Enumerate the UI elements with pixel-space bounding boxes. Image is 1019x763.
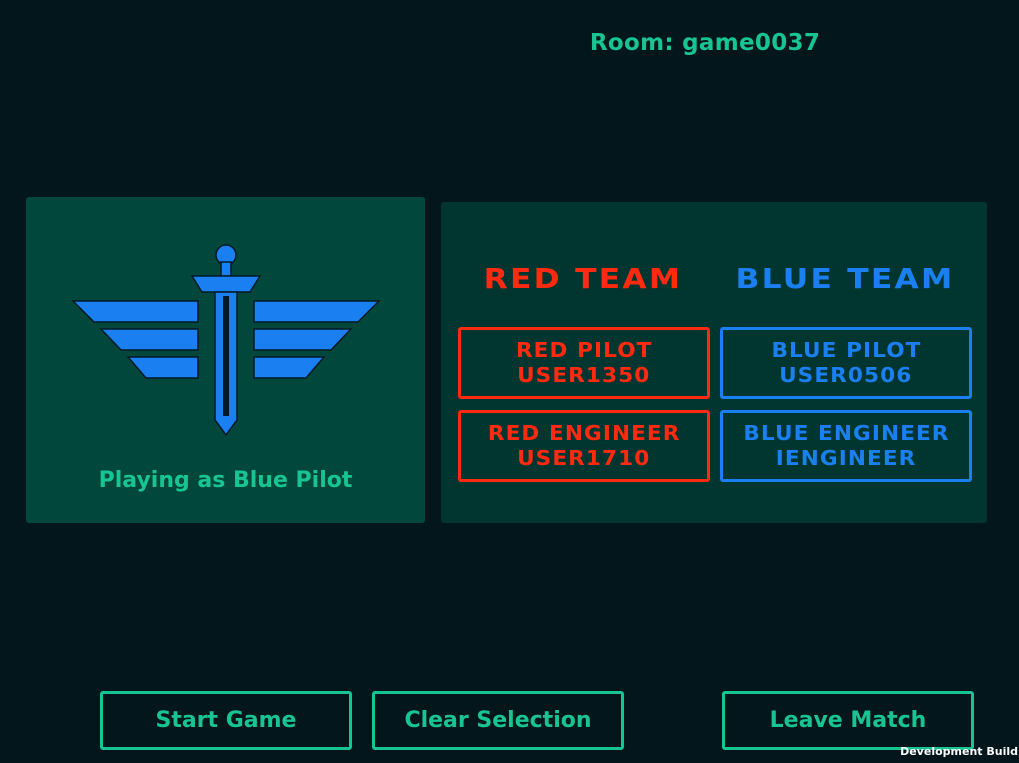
slot-role: RED PILOT	[515, 338, 653, 362]
red-team-header: RED TEAM	[483, 262, 683, 295]
room-label: Room:	[589, 30, 674, 56]
slot-user: IENGINEER	[775, 446, 917, 470]
winged-sword-icon	[71, 244, 381, 437]
red-pilot-slot[interactable]: RED PILOT USER1350	[458, 327, 710, 399]
red-engineer-slot[interactable]: RED ENGINEER USER1710	[458, 410, 710, 482]
slot-role: RED ENGINEER	[487, 421, 681, 445]
room-name: game0037	[682, 30, 821, 56]
lobby-screen: Room: game0037 Playing as Blue Pilot RED…	[0, 0, 1019, 763]
slot-user: USER1710	[517, 446, 651, 470]
blue-team-header: BLUE TEAM	[735, 262, 955, 295]
start-game-button[interactable]: Start Game	[100, 691, 352, 750]
development-build-label: Development Build	[900, 745, 1018, 758]
slot-user: USER1350	[517, 363, 651, 387]
slot-role: BLUE ENGINEER	[742, 421, 950, 445]
blue-engineer-slot[interactable]: BLUE ENGINEER IENGINEER	[720, 410, 972, 482]
blue-pilot-slot[interactable]: BLUE PILOT USER0506	[720, 327, 972, 399]
room-title: Room: game0037	[540, 30, 870, 56]
leave-match-button[interactable]: Leave Match	[722, 691, 974, 750]
slot-role: BLUE PILOT	[770, 338, 922, 362]
clear-selection-button[interactable]: Clear Selection	[372, 691, 624, 750]
playing-as-label: Playing as Blue Pilot	[98, 468, 353, 493]
slot-user: USER0506	[779, 363, 913, 387]
